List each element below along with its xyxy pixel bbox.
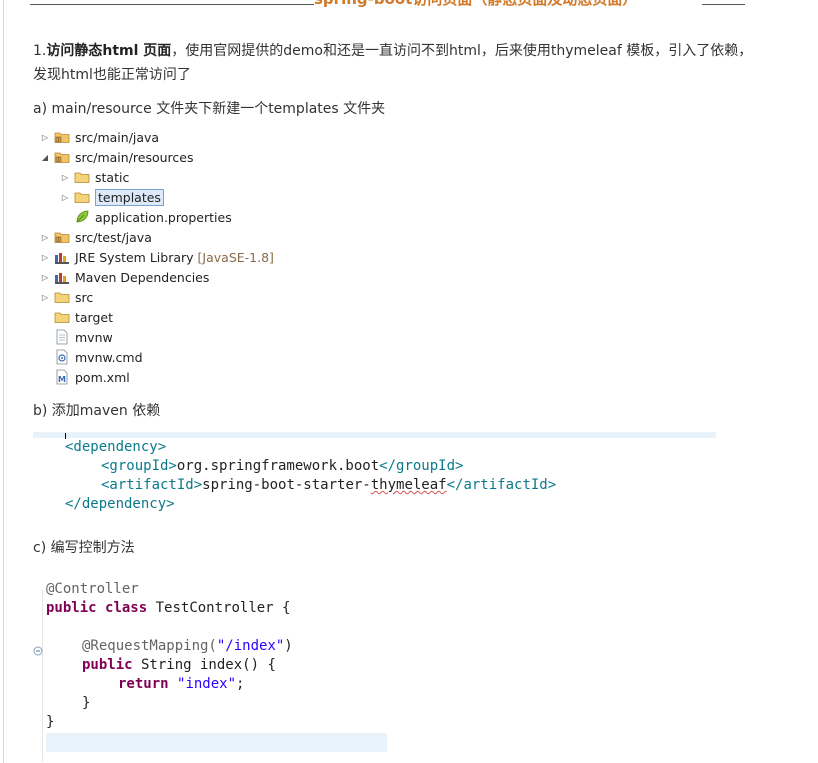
xml-artifactid-value: spring-boot-starter-: [202, 477, 371, 493]
java-mapping-path: "/index": [216, 638, 285, 654]
xml-dependency-close: </dependency>: [65, 496, 175, 512]
xml-groupid-close: </groupId>: [379, 458, 464, 474]
file-icon: [54, 329, 70, 345]
tree-item[interactable]: ▷ src/main/java: [40, 127, 159, 147]
java-line-close-method: }: [82, 695, 90, 711]
java-kw-class: class: [105, 600, 148, 616]
java-kw-public: public: [46, 600, 97, 616]
xml-artifactid-close: </artifactId>: [446, 477, 557, 493]
java-line-mapping: @RequestMapping("/index"): [82, 638, 293, 654]
java-line-return: return "index";: [118, 676, 244, 692]
xml-line-1: <dependency>: [65, 439, 166, 455]
folder-icon: [54, 309, 70, 325]
java-controller-annotation: @Controller: [46, 581, 139, 597]
tree-item-label: target: [75, 309, 114, 325]
java-line-class: public class TestController {: [46, 600, 290, 616]
step-a-heading: a) main/resource 文件夹下新建一个templates 文件夹: [33, 101, 386, 117]
java-gutter: [42, 590, 43, 762]
content-left-border: [3, 0, 4, 763]
step-c-heading: c) 编写控制方法: [33, 540, 135, 556]
java-semicolon: ;: [236, 676, 245, 692]
step-b-heading: b) 添加maven 依赖: [33, 403, 161, 419]
cmd-file-icon: [54, 349, 70, 365]
java-kw-return: return: [118, 676, 169, 692]
xml-line-4: </dependency>: [65, 496, 175, 512]
intro-line-2: 发现html也能正常访问了: [33, 67, 191, 83]
tree-item[interactable]: ◢ src/main/resources: [40, 147, 194, 167]
java-mapping-close: ): [284, 638, 293, 654]
collapsed-arrow-icon[interactable]: ▷: [40, 293, 50, 302]
tree-item[interactable]: ▷ templates: [60, 187, 164, 207]
tree-item[interactable]: ▷ Maven Dependencies: [40, 267, 209, 287]
package-folder-icon: [54, 229, 70, 245]
tree-item-label: Maven Dependencies: [75, 269, 210, 285]
tree-item-label: mvnw: [75, 329, 113, 345]
xml-current-line-highlight: [33, 432, 716, 438]
java-requestmapping-annotation: @RequestMapping(: [82, 638, 217, 654]
tree-item[interactable]: mvnw: [40, 327, 113, 347]
collapsed-arrow-icon[interactable]: ▷: [40, 133, 50, 142]
tree-item-hint: [JavaSE-1.8]: [197, 249, 274, 265]
xml-groupid-value: org.springframework.boot: [176, 458, 380, 474]
package-folder-icon: [54, 129, 70, 145]
xml-dependency-open: <dependency>: [65, 439, 167, 455]
tree-item-label: pom.xml: [75, 369, 130, 385]
tree-item[interactable]: ▷ static: [60, 167, 129, 187]
tree-item[interactable]: application.properties: [60, 207, 232, 227]
java-method-close-brace: }: [82, 695, 91, 711]
tree-item-label: application.properties: [95, 209, 232, 225]
tree-item[interactable]: ▷ JRE System Library [JavaSE-1.8]: [40, 247, 274, 267]
svg-text:M: M: [58, 375, 66, 384]
expanded-arrow-icon[interactable]: ◢: [40, 153, 50, 162]
tree-item[interactable]: target: [40, 307, 113, 327]
java-method-signature: String index() {: [132, 657, 276, 673]
java-line-close-class: }: [46, 714, 54, 730]
tree-item-label: src/main/java: [75, 129, 160, 145]
tree-item[interactable]: mvnw.cmd: [40, 347, 143, 367]
folder-icon: [74, 189, 90, 205]
java-return-value: "index": [177, 676, 237, 692]
tree-item-label: templates: [95, 188, 164, 206]
library-icon: [54, 269, 70, 285]
intro-line-1: 1.访问静态html 页面，使用官网提供的demo和还是一直访问不到html，后…: [33, 39, 752, 63]
article-title: spring-boot访问页面（静态页面及动态页面）: [314, 0, 637, 9]
java-line-method: public String index() {: [82, 657, 276, 673]
xml-line-2: <groupId>org.springframework.boot</group…: [101, 458, 463, 474]
java-current-line-highlight: [46, 733, 387, 752]
folder-icon: [74, 169, 90, 185]
tree-item[interactable]: ▷ src/test/java: [40, 227, 152, 247]
header-rule-right: [702, 4, 745, 5]
fold-collapse-icon[interactable]: [33, 641, 43, 656]
intro-number: 1.: [33, 43, 47, 59]
java-class-close-brace: }: [46, 714, 55, 730]
collapsed-arrow-icon[interactable]: ▷: [40, 253, 50, 262]
tree-item-label: JRE System Library: [75, 249, 194, 265]
collapsed-arrow-icon[interactable]: ▷: [40, 273, 50, 282]
tree-item-label: static: [95, 169, 130, 185]
folder-icon: [54, 289, 70, 305]
header-rule-left: [30, 4, 314, 5]
xml-artifactid-misspelled: thymeleaf: [370, 477, 447, 493]
tree-item-label: src: [75, 289, 94, 305]
tree-item[interactable]: ▷ src: [40, 287, 93, 307]
xml-line-3: <artifactId>spring-boot-starter-thymelea…: [101, 477, 556, 493]
collapsed-arrow-icon[interactable]: ▷: [60, 193, 70, 202]
collapsed-arrow-icon[interactable]: ▷: [40, 233, 50, 242]
java-line-annotation: @Controller: [46, 581, 139, 597]
intro-bold: 访问静态html 页面: [46, 43, 172, 59]
tree-item[interactable]: Mpom.xml: [40, 367, 130, 387]
xml-groupid-open: <groupId>: [101, 458, 177, 474]
java-class-name: TestController {: [147, 600, 291, 616]
leaf-icon: [74, 209, 90, 225]
library-icon: [54, 249, 70, 265]
collapsed-arrow-icon[interactable]: ▷: [60, 173, 70, 182]
tree-item-label: src/test/java: [75, 229, 152, 245]
maven-file-icon: M: [54, 369, 70, 385]
intro-rest: ，使用官网提供的demo和还是一直访问不到html，后来使用thymeleaf …: [171, 43, 753, 59]
package-folder-icon: [54, 149, 70, 165]
xml-artifactid-open: <artifactId>: [101, 477, 203, 493]
java-kw-public-method: public: [82, 657, 133, 673]
tree-item-label: mvnw.cmd: [75, 349, 143, 365]
tree-item-label: src/main/resources: [75, 149, 194, 165]
